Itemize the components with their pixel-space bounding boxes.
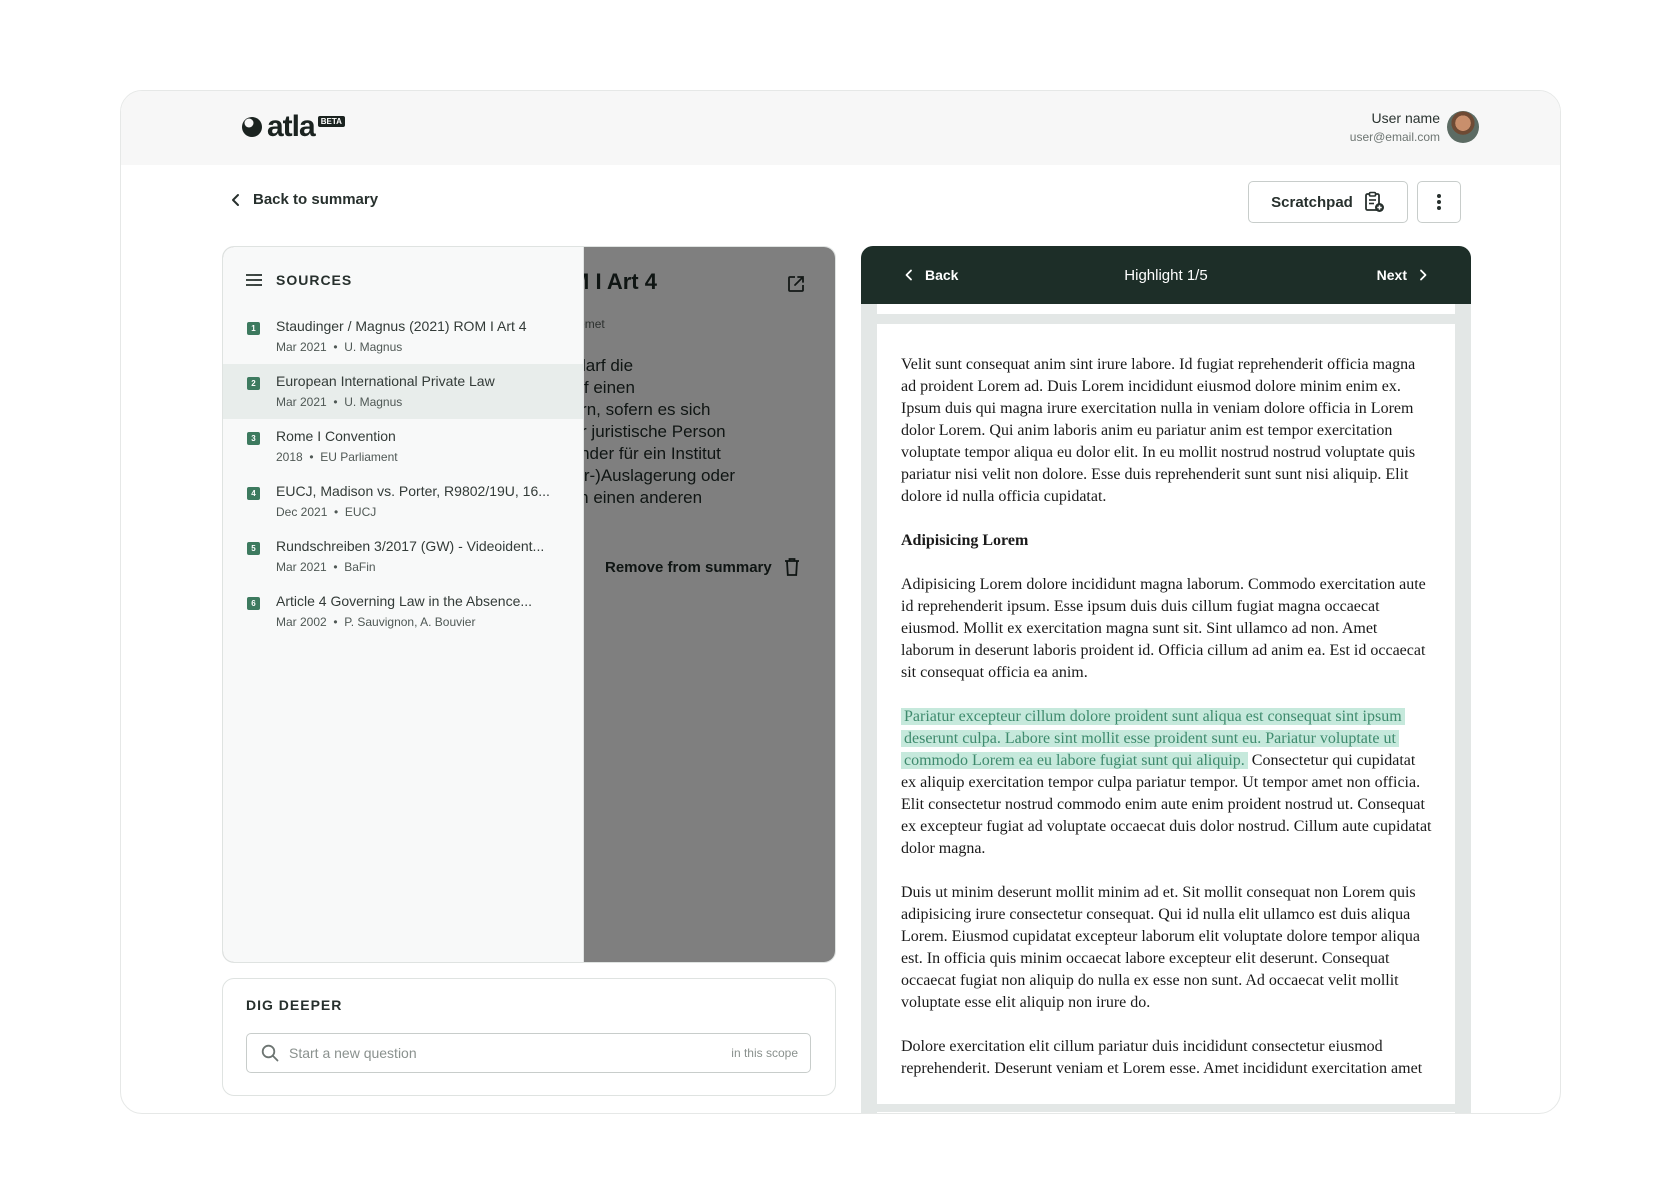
sources-header: SOURCES — [246, 272, 352, 288]
search-icon — [261, 1044, 279, 1062]
user-email: user@email.com — [1349, 130, 1440, 144]
user-name: User name — [1371, 110, 1440, 126]
scratchpad-button[interactable]: Scratchpad — [1248, 181, 1408, 223]
source-author: EUCJ — [344, 505, 377, 519]
source-meta: Mar 2021 • BaFin — [276, 560, 376, 574]
beta-badge: BETA — [317, 116, 345, 127]
source-date: Mar 2002 — [276, 615, 327, 629]
page-paragraph: Adipisicing Lorem dolore incididunt magn… — [901, 576, 1426, 681]
top-bar: atla BETA User name user@email.com — [121, 91, 1560, 165]
clipboard-add-icon — [1364, 191, 1384, 212]
source-number-badge: 4 — [247, 487, 260, 500]
page-paragraph: Duis ut minim deserunt mollit minim ad e… — [901, 884, 1420, 1011]
more-vertical-icon — [1437, 194, 1441, 210]
source-author: P. Sauvignon, A. Bouvier — [344, 615, 476, 629]
source-number-badge: 1 — [247, 322, 260, 335]
source-detail-card: ROM I Art 4 ut, A. Gaudemet schland darf… — [222, 246, 836, 963]
highlight-next-button[interactable]: Next — [1377, 267, 1427, 283]
source-item-selected[interactable]: 2 European International Private Law Mar… — [223, 364, 583, 419]
dig-deeper-title: DIG DEEPER — [246, 997, 343, 1013]
source-item[interactable]: 5 Rundschreiben 3/2017 (GW) - Videoident… — [223, 529, 583, 584]
page-paragraph: Dolore exercitation elit cillum pariatur… — [901, 1038, 1423, 1077]
source-title: Rome I Convention — [276, 428, 396, 444]
source-title: Rundschreiben 3/2017 (GW) - Videoident..… — [276, 538, 545, 554]
page-paragraph: Velit sunt consequat anim sint irure lab… — [901, 356, 1416, 505]
dig-deeper-card: DIG DEEPER in this scope — [222, 978, 836, 1096]
chevron-left-icon — [232, 193, 239, 206]
source-item[interactable]: 3 Rome I Convention 2018 • EU Parliament — [223, 419, 583, 474]
source-date: Dec 2021 — [276, 505, 328, 519]
source-meta: Mar 2021 • U. Magnus — [276, 340, 403, 354]
scratchpad-label: Scratchpad — [1271, 193, 1353, 211]
brand-name: atla — [267, 110, 316, 143]
highlight-next-label: Next — [1376, 267, 1407, 283]
more-options-button[interactable] — [1417, 181, 1461, 223]
scope-hint: in this scope — [731, 1046, 798, 1060]
highlight-viewer: Back Highlight 1/5 Next Velit sunt conse… — [861, 246, 1471, 1113]
source-date: Mar 2021 — [276, 340, 327, 354]
highlight-back-label: Back — [925, 267, 959, 283]
source-author: U. Magnus — [344, 340, 403, 354]
page-heading: Adipisicing Lorem — [901, 532, 1029, 549]
logo-mark-icon — [242, 117, 262, 137]
source-meta: Dec 2021 • EUCJ — [276, 505, 377, 519]
brand-logo[interactable]: atla BETA — [240, 112, 345, 142]
source-author: BaFin — [344, 560, 376, 574]
highlight-back-button[interactable]: Back — [905, 267, 958, 283]
source-title: Staudinger / Magnus (2021) ROM I Art 4 — [276, 318, 527, 334]
menu-icon[interactable] — [246, 274, 262, 286]
sources-title: SOURCES — [276, 272, 353, 288]
source-author: EU Parliament — [320, 450, 398, 464]
source-number-badge: 2 — [247, 377, 260, 390]
chevron-left-icon — [905, 269, 912, 281]
page-paragraph-with-highlight: Pariatur excepteur cillum dolore proiden… — [901, 706, 1433, 860]
source-meta: Mar 2002 • P. Sauvignon, A. Bouvier — [276, 615, 476, 629]
back-to-summary-label: Back to summary — [253, 191, 379, 208]
user-info[interactable]: User name user@email.com — [1350, 108, 1440, 146]
document-page: Velit sunt consequat anim sint irure lab… — [877, 324, 1455, 1104]
source-number-badge: 3 — [247, 432, 260, 445]
source-title: Article 4 Governing Law in the Absence..… — [276, 593, 533, 609]
source-meta: Mar 2021 • U. Magnus — [276, 395, 403, 409]
source-date: 2018 — [276, 450, 303, 464]
source-item[interactable]: 1 Staudinger / Magnus (2021) ROM I Art 4… — [223, 309, 583, 364]
chevron-right-icon — [1420, 269, 1427, 281]
source-date: Mar 2021 — [276, 395, 327, 409]
question-input[interactable] — [289, 1045, 732, 1061]
app-window: atla BETA User name user@email.com Back … — [120, 90, 1561, 1114]
source-number-badge: 5 — [247, 542, 260, 555]
previous-page-edge — [877, 304, 1455, 314]
avatar[interactable] — [1447, 111, 1479, 143]
source-number-badge: 6 — [247, 597, 260, 610]
highlight-nav-bar: Back Highlight 1/5 Next — [861, 246, 1471, 304]
source-list: 1 Staudinger / Magnus (2021) ROM I Art 4… — [223, 309, 583, 639]
back-to-summary-link[interactable]: Back to summary — [231, 191, 378, 208]
source-meta: 2018 • EU Parliament — [276, 450, 398, 464]
source-author: U. Magnus — [344, 395, 403, 409]
sources-drawer: SOURCES 1 Staudinger / Magnus (2021) ROM… — [223, 247, 584, 962]
source-date: Mar 2021 — [276, 560, 327, 574]
source-item[interactable]: 6 Article 4 Governing Law in the Absence… — [223, 584, 583, 639]
source-title: European International Private Law — [276, 373, 495, 389]
source-title: EUCJ, Madison vs. Porter, R9802/19U, 16.… — [276, 483, 550, 499]
next-page-edge — [877, 1112, 1455, 1113]
source-item[interactable]: 4 EUCJ, Madison vs. Porter, R9802/19U, 1… — [223, 474, 583, 529]
question-search-box[interactable]: in this scope — [246, 1033, 811, 1073]
